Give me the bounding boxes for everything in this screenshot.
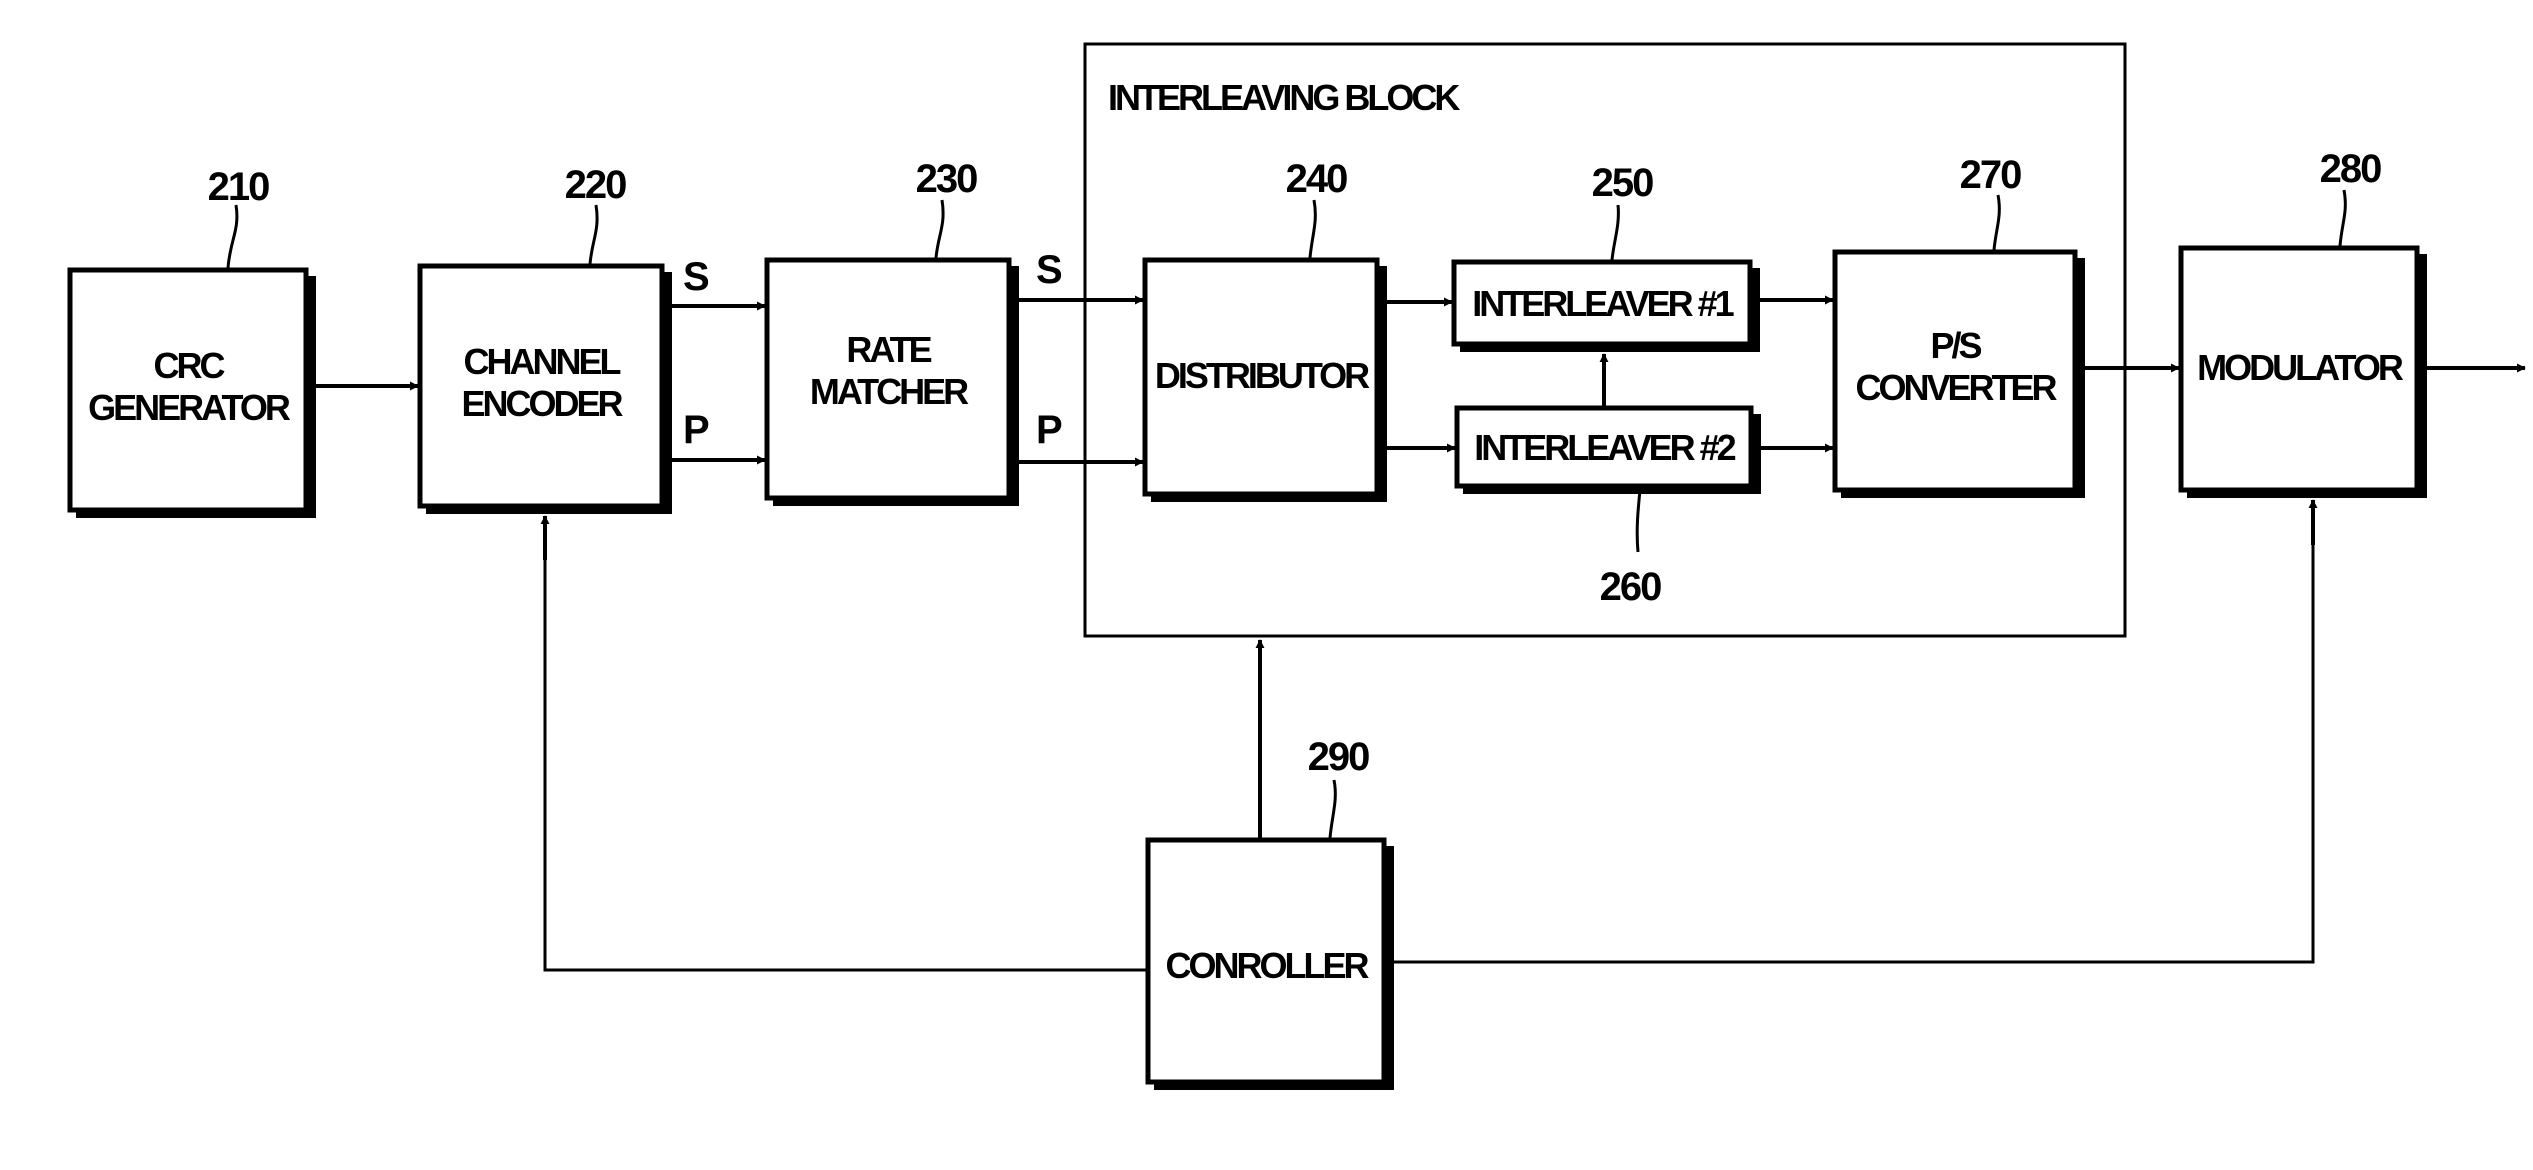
signal-label-rate-p: P bbox=[1036, 408, 1063, 452]
crc-generator-label-line2: GENERATOR bbox=[88, 387, 291, 428]
crc-generator-block: CRC GENERATOR bbox=[67, 267, 316, 518]
ref-label-260: 260 bbox=[1600, 565, 1661, 609]
interleaver-2-label: INTERLEAVER #2 bbox=[1474, 427, 1735, 468]
ref-label-220: 220 bbox=[565, 163, 626, 207]
ref-leader-260 bbox=[1635, 489, 1642, 553]
interleaving-block-title: INTERLEAVING BLOCK bbox=[1108, 77, 1460, 118]
modulator-label: MODULATOR bbox=[2197, 347, 2404, 388]
channel-encoder-label-line1: CHANNEL bbox=[464, 341, 621, 382]
distributor-label: DISTRIBUTOR bbox=[1155, 355, 1370, 396]
channel-encoder-label-line2: ENCODER bbox=[461, 383, 623, 424]
line-controller-to-modulator bbox=[1394, 500, 2315, 964]
ref-leader-290 bbox=[1328, 779, 1337, 839]
interleaver-2-block: INTERLEAVER #2 bbox=[1454, 405, 1761, 494]
interleaver-1-block: INTERLEAVER #1 bbox=[1451, 259, 1760, 352]
channel-encoder-block: CHANNEL ENCODER bbox=[417, 263, 672, 514]
ps-converter-label-line2: CONVERTER bbox=[1855, 367, 2057, 408]
ref-leader-210 bbox=[226, 204, 239, 269]
rate-matcher-label-line1: RATE bbox=[846, 329, 931, 370]
interleaver-1-label: INTERLEAVER #1 bbox=[1472, 283, 1734, 324]
line-controller-to-encoder bbox=[543, 516, 1146, 972]
ref-label-280: 280 bbox=[2320, 147, 2381, 191]
ref-leader-220 bbox=[588, 204, 599, 265]
controller-block: CONROLLER bbox=[1145, 837, 1394, 1090]
ps-converter-block: P/S CONVERTER bbox=[1832, 249, 2085, 498]
crc-generator-label-line1: CRC bbox=[154, 345, 226, 386]
ps-converter-label-line1: P/S bbox=[1930, 325, 1981, 366]
signal-label-rate-s: S bbox=[1036, 248, 1063, 292]
modulator-block: MODULATOR bbox=[2178, 245, 2427, 498]
ref-leader-250 bbox=[1610, 204, 1620, 261]
distributor-block: DISTRIBUTOR bbox=[1142, 257, 1387, 502]
ref-leader-230 bbox=[934, 199, 945, 259]
ref-leader-240 bbox=[1308, 199, 1317, 259]
ref-leader-280 bbox=[2338, 189, 2347, 247]
signal-label-encoder-s: S bbox=[683, 255, 710, 299]
ref-label-210: 210 bbox=[208, 165, 269, 209]
block-diagram: INTERLEAVING BLOCK CRC GENERATOR 210 CHA… bbox=[67, 42, 2526, 1090]
signal-label-encoder-p: P bbox=[683, 408, 710, 452]
ref-leader-270 bbox=[1992, 194, 2001, 251]
ref-label-230: 230 bbox=[916, 157, 977, 201]
ref-label-290: 290 bbox=[1308, 735, 1369, 779]
ref-label-250: 250 bbox=[1592, 161, 1653, 205]
ref-label-240: 240 bbox=[1286, 157, 1347, 201]
rate-matcher-label-line2: MATCHER bbox=[810, 371, 969, 412]
controller-label: CONROLLER bbox=[1166, 945, 1370, 986]
rate-matcher-block: RATE MATCHER bbox=[764, 257, 1019, 506]
ref-label-270: 270 bbox=[1960, 153, 2021, 197]
